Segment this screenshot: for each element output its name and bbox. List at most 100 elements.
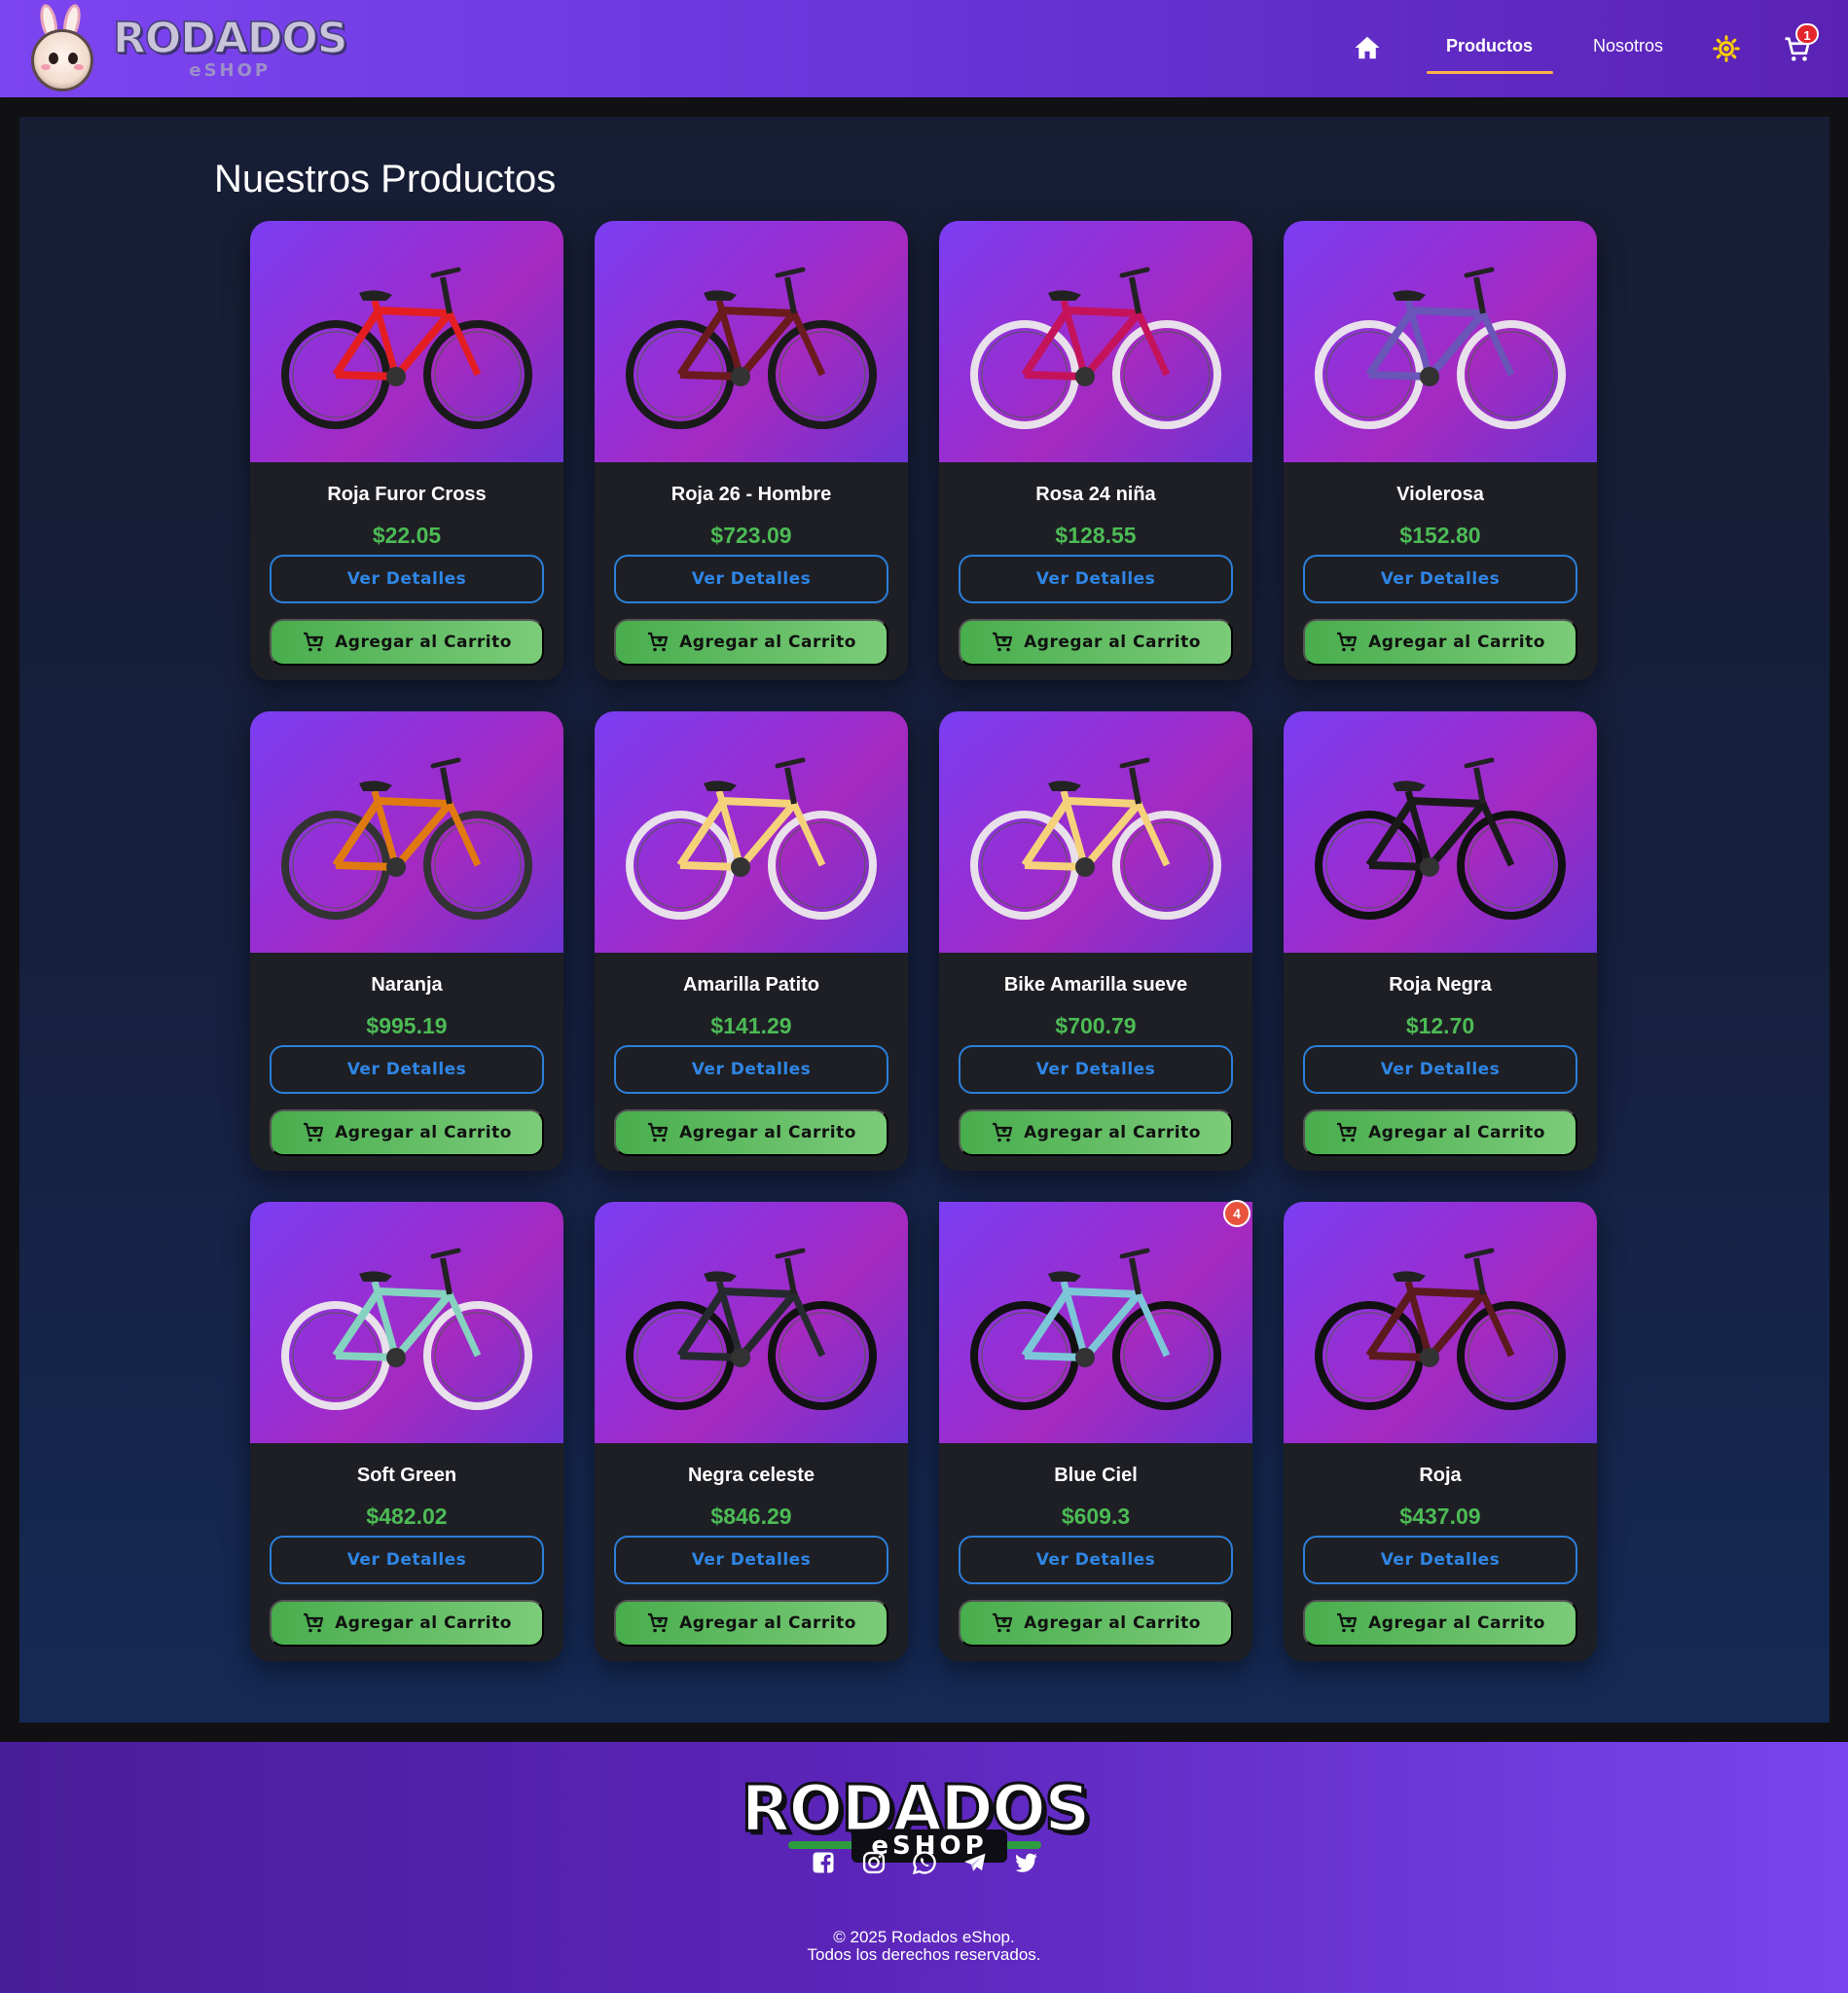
product-image[interactable] [1284, 711, 1597, 953]
product-name: Blue Ciel [1054, 1465, 1138, 1486]
product-price: $128.55 [1055, 523, 1137, 548]
product-image[interactable] [939, 711, 1252, 953]
view-details-button[interactable]: Ver Detalles [270, 555, 544, 603]
bike-image [626, 1248, 877, 1410]
facebook-icon[interactable] [810, 1849, 837, 1876]
product-price: $995.19 [366, 1013, 448, 1038]
product-image[interactable] [250, 1202, 563, 1443]
bike-image [281, 757, 532, 920]
product-card[interactable]: Blue Ciel $609.3 Ver Detalles Agregar al Ca… [939, 1200, 1252, 1661]
sun-icon[interactable] [1713, 35, 1740, 62]
product-price: $152.80 [1399, 523, 1481, 548]
product-card[interactable]: Roja Furor Cross $22.05 Ver Detalles Agrega… [250, 221, 563, 680]
add-to-cart-label: Agregar al Carrito [679, 1613, 856, 1633]
view-details-button[interactable]: Ver Detalles [270, 1045, 544, 1094]
telegram-icon[interactable] [961, 1849, 989, 1876]
product-image[interactable] [1284, 1202, 1597, 1443]
product-card[interactable]: Naranja $995.19 Ver Detalles Agregar al Car… [250, 711, 563, 1171]
product-card[interactable]: Bike Amarilla sueve $700.79 Ver Detalles Ag… [939, 711, 1252, 1171]
view-details-label: Ver Detalles [1380, 569, 1501, 589]
add-cart-icon [648, 1122, 669, 1142]
product-count-badge: 4 [1223, 1200, 1250, 1227]
add-to-cart-label: Agregar al Carrito [679, 1123, 856, 1142]
bike-image [1315, 757, 1566, 920]
product-name: Rosa 24 niña [1035, 484, 1156, 505]
nav-link-productos[interactable]: Productos [1446, 36, 1533, 56]
product-name: Roja 26 - Hombre [670, 484, 832, 505]
product-card[interactable]: Rosa 24 niña $128.55 Ver Detalles Agregar a… [939, 221, 1252, 680]
view-details-button[interactable]: Ver Detalles [1303, 1536, 1577, 1584]
product-card[interactable]: Roja $437.09 Ver Detalles Agregar al Carrit… [1284, 1202, 1597, 1661]
add-cart-icon [648, 632, 669, 652]
rights-line: Todos los derechos reservados. [807, 1945, 1041, 1964]
product-name: Bike Amarilla sueve [1003, 974, 1188, 996]
brand-logo[interactable]: RODADOS eSHOP [27, 0, 348, 97]
nav-link-nosotros[interactable]: Nosotros [1593, 36, 1663, 56]
whatsapp-icon[interactable] [911, 1849, 938, 1876]
view-details-button[interactable]: Ver Detalles [614, 555, 888, 603]
add-to-cart-label: Agregar al Carrito [1024, 1123, 1201, 1142]
bike-image [626, 267, 877, 429]
add-to-cart-button[interactable]: Agregar al Carrito [270, 1109, 544, 1156]
view-details-label: Ver Detalles [691, 1060, 812, 1079]
view-details-button[interactable]: Ver Detalles [959, 1045, 1233, 1094]
product-image[interactable] [595, 1202, 908, 1443]
view-details-button[interactable]: Ver Detalles [959, 555, 1233, 603]
add-to-cart-button[interactable]: Agregar al Carrito [1303, 619, 1577, 666]
bike-image [970, 1248, 1221, 1410]
bike-image [970, 757, 1221, 920]
view-details-label: Ver Detalles [1035, 1550, 1156, 1570]
product-image[interactable] [595, 711, 908, 953]
product-price: $22.05 [372, 523, 442, 548]
view-details-button[interactable]: Ver Detalles [614, 1536, 888, 1584]
bike-image [281, 1248, 532, 1410]
add-to-cart-button[interactable]: Agregar al Carrito [614, 1109, 888, 1156]
product-card[interactable]: Negra celeste $846.29 Ver Detalles Agregar … [595, 1202, 908, 1661]
navbar: RODADOS eSHOP Productos Nosotros 1 [0, 0, 1848, 97]
view-details-button[interactable]: Ver Detalles [959, 1536, 1233, 1584]
logo-main-text: RODADOS [112, 14, 348, 63]
product-image[interactable] [939, 221, 1252, 462]
instagram-icon[interactable] [860, 1849, 888, 1876]
product-card[interactable]: Soft Green $482.02 Ver Detalles Agregar al … [250, 1202, 563, 1661]
add-to-cart-label: Agregar al Carrito [335, 1613, 512, 1633]
add-to-cart-button[interactable]: Agregar al Carrito [959, 619, 1233, 666]
add-to-cart-button[interactable]: Agregar al Carrito [614, 619, 888, 666]
add-cart-icon [1337, 1122, 1358, 1142]
add-to-cart-button[interactable]: Agregar al Carrito [959, 1600, 1233, 1647]
product-image[interactable] [1284, 221, 1597, 462]
add-to-cart-button[interactable]: Agregar al Carrito [270, 619, 544, 666]
product-name: Soft Green [356, 1465, 457, 1486]
page-title: Nuestros Productos [214, 158, 557, 200]
product-image[interactable] [595, 221, 908, 462]
add-to-cart-button[interactable]: Agregar al Carrito [1303, 1600, 1577, 1647]
product-image[interactable] [939, 1202, 1252, 1443]
cart-count-badge: 1 [1795, 23, 1819, 45]
add-to-cart-button[interactable]: Agregar al Carrito [1303, 1109, 1577, 1156]
product-card[interactable]: Roja 26 - Hombre $723.09 Ver Detalles Agreg… [595, 221, 908, 680]
home-icon[interactable] [1353, 33, 1382, 62]
bike-image [1315, 267, 1566, 429]
view-details-button[interactable]: Ver Detalles [614, 1045, 888, 1094]
product-price: $482.02 [366, 1504, 448, 1529]
view-details-button[interactable]: Ver Detalles [1303, 1045, 1577, 1094]
product-card[interactable]: Amarilla Patito $141.29 Ver Detalles Agrega… [595, 711, 908, 1171]
product-card[interactable]: Roja Negra $12.70 Ver Detalles Agregar al C… [1284, 711, 1597, 1171]
product-image[interactable] [250, 221, 563, 462]
add-to-cart-label: Agregar al Carrito [1024, 633, 1201, 652]
add-cart-icon [304, 632, 324, 652]
view-details-label: Ver Detalles [346, 569, 467, 589]
view-details-button[interactable]: Ver Detalles [1303, 555, 1577, 603]
logo-sub-text: eSHOP [189, 60, 272, 81]
product-price: $723.09 [710, 523, 792, 548]
add-cart-icon [993, 1613, 1013, 1633]
add-cart-icon [648, 1613, 669, 1633]
view-details-label: Ver Detalles [346, 1060, 467, 1079]
add-to-cart-button[interactable]: Agregar al Carrito [270, 1600, 544, 1647]
twitter-icon[interactable] [1012, 1849, 1039, 1876]
product-card[interactable]: Violerosa $152.80 Ver Detalles Agregar al C… [1284, 221, 1597, 680]
add-to-cart-button[interactable]: Agregar al Carrito [614, 1600, 888, 1647]
add-to-cart-button[interactable]: Agregar al Carrito [959, 1109, 1233, 1156]
product-image[interactable] [250, 711, 563, 953]
view-details-button[interactable]: Ver Detalles [270, 1536, 544, 1584]
